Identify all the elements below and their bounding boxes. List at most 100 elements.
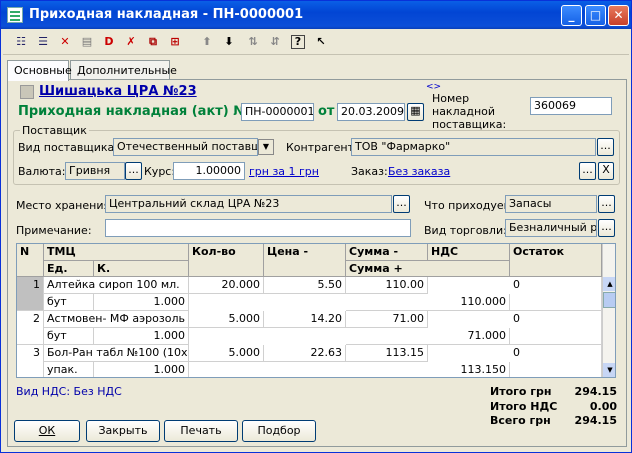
row-sum-plus[interactable]: 110.000: [346, 294, 510, 311]
supplier-invoice-label: Номер накладной поставщика:: [432, 92, 507, 131]
clear-icon[interactable]: ✗: [123, 34, 139, 50]
doc-number-field[interactable]: ПН-0000001: [241, 103, 314, 121]
client-link[interactable]: Шишацька ЦРА №23: [39, 84, 197, 99]
tab-main[interactable]: Основные: [7, 60, 72, 81]
row-name[interactable]: Астмовен- МФ аэрозоль 1: [44, 311, 189, 328]
currency-field[interactable]: Гривня: [65, 162, 125, 180]
currency-select-button[interactable]: ...: [125, 162, 142, 180]
col-sum-plus[interactable]: Сумма +: [346, 261, 510, 277]
row-k[interactable]: 1.000: [94, 294, 189, 311]
scroll-up-icon[interactable]: ▲: [603, 277, 615, 291]
what-label: Что приходуем:: [424, 199, 516, 212]
ok-button[interactable]: ОК: [14, 420, 80, 442]
row-qty[interactable]: 5.000: [189, 311, 264, 328]
col-rest[interactable]: Остаток: [510, 244, 602, 277]
col-qty[interactable]: Кол-во: [189, 244, 264, 277]
storage-select-button[interactable]: ...: [393, 195, 410, 213]
insert-icon[interactable]: ⊞: [167, 34, 183, 50]
order-clear-button[interactable]: X: [598, 162, 614, 180]
row-price[interactable]: 22.63: [264, 345, 346, 362]
row-sum-plus[interactable]: 113.150: [346, 362, 510, 377]
row-k[interactable]: 1.000: [94, 362, 189, 377]
what-field[interactable]: Запасы: [505, 195, 597, 213]
sort-asc-icon[interactable]: ⇅: [245, 34, 261, 50]
order-label: Заказ:: [351, 165, 388, 178]
row-rest[interactable]: 0: [510, 311, 602, 345]
add-row-icon[interactable]: ☷: [13, 34, 29, 50]
storage-field[interactable]: Центральний склад ЦРА №23: [105, 195, 392, 213]
note-field[interactable]: [105, 219, 411, 237]
row-qty[interactable]: 20.000: [189, 277, 264, 294]
table-scrollbar[interactable]: ▲ ▼: [602, 244, 615, 377]
pick-button[interactable]: Подбор: [242, 420, 316, 442]
row-unit[interactable]: упак.: [44, 362, 94, 377]
help-icon[interactable]: ?: [291, 35, 305, 49]
row-sum[interactable]: 110.00: [346, 277, 428, 294]
row-rest[interactable]: 0: [510, 277, 602, 311]
copy-icon[interactable]: ⧉: [145, 34, 161, 50]
col-price[interactable]: Цена -: [264, 244, 346, 277]
scroll-down-icon[interactable]: ▼: [603, 363, 615, 377]
tab-additional[interactable]: Дополнительные: [70, 60, 177, 80]
maximize-button[interactable]: □: [585, 5, 606, 26]
col-n[interactable]: N: [17, 244, 44, 277]
date-field[interactable]: 20.03.2009: [337, 103, 405, 121]
col-vat[interactable]: НДС: [428, 244, 510, 261]
col-k[interactable]: К.: [94, 261, 189, 277]
print-button[interactable]: Печать: [164, 420, 238, 442]
contractor-field[interactable]: ТОВ "Фармарко": [351, 138, 596, 156]
doc-title: Приходная накладная (акт) №: [18, 104, 249, 119]
col-unit[interactable]: Ед.: [44, 261, 94, 277]
col-tmc[interactable]: ТМЦ: [44, 244, 189, 261]
row-rest[interactable]: 0: [510, 345, 602, 377]
row-k[interactable]: 1.000: [94, 328, 189, 345]
title-bar[interactable]: Приходная накладная - ПН-0000001 _ □ ✕: [1, 1, 631, 29]
col-sum[interactable]: Сумма -: [346, 244, 428, 261]
minimize-button[interactable]: _: [561, 5, 582, 26]
vat-mode-label: Вид НДС: Без НДС: [16, 385, 122, 398]
scroll-thumb[interactable]: [603, 292, 615, 308]
expand-icon[interactable]: <>: [426, 82, 441, 92]
delete-row-icon[interactable]: ✕: [57, 34, 73, 50]
supplier-invoice-field[interactable]: 360069: [530, 97, 612, 115]
row-sum-plus[interactable]: 71.000: [346, 328, 510, 345]
trade-label: Вид торговли:: [424, 224, 507, 237]
move-up-icon[interactable]: ⬆: [199, 34, 215, 50]
delete-mark-icon[interactable]: D: [101, 34, 117, 50]
grand-total-value: 294.15: [574, 414, 617, 427]
total-label: Итого грн: [490, 385, 552, 398]
trade-select-button[interactable]: ...: [598, 219, 615, 237]
row-name[interactable]: Алтейка сироп 100 мл.: [44, 277, 189, 294]
items-table[interactable]: N ТМЦ Ед. К. Кол-во Цена - Сумма - НДС С…: [16, 243, 616, 378]
main-panel: Шишацька ЦРА №23 <> Приходная накладная …: [7, 79, 627, 447]
row-number[interactable]: 1: [17, 277, 44, 311]
rate-link[interactable]: грн за 1 грн: [249, 165, 319, 178]
client-box[interactable]: [20, 85, 34, 99]
contractor-select-button[interactable]: ...: [597, 138, 614, 156]
sort-desc-icon[interactable]: ⇵: [267, 34, 283, 50]
row-price[interactable]: 5.50: [264, 277, 346, 294]
row-unit[interactable]: бут: [44, 294, 94, 311]
close-button[interactable]: Закрыть: [86, 420, 160, 442]
order-link[interactable]: Без заказа: [388, 165, 450, 178]
move-down-icon[interactable]: ⬇: [221, 34, 237, 50]
what-select-button[interactable]: ...: [598, 195, 615, 213]
row-name[interactable]: Бол-Ран табл №100 (10x10: [44, 345, 189, 362]
trade-field[interactable]: Безналичный рас: [505, 219, 597, 237]
add-copy-icon[interactable]: ☰: [35, 34, 51, 50]
help-pointer-icon[interactable]: ↖: [313, 34, 329, 50]
row-sum[interactable]: 71.00: [346, 311, 428, 328]
rate-field[interactable]: 1.00000: [173, 162, 245, 180]
order-select-button[interactable]: ...: [579, 162, 596, 180]
row-qty[interactable]: 5.000: [189, 345, 264, 362]
row-unit[interactable]: бут: [44, 328, 94, 345]
row-number[interactable]: 2: [17, 311, 44, 345]
supplier-type-select[interactable]: Отечественный поставщик: [113, 138, 258, 156]
close-window-button[interactable]: ✕: [608, 5, 629, 26]
edit-row-icon[interactable]: ▤: [79, 34, 95, 50]
calendar-button[interactable]: ▦: [407, 103, 424, 121]
chevron-down-icon[interactable]: ▼: [258, 139, 274, 155]
row-sum[interactable]: 113.15: [346, 345, 428, 362]
row-price[interactable]: 14.20: [264, 311, 346, 328]
row-number[interactable]: 3: [17, 345, 44, 377]
